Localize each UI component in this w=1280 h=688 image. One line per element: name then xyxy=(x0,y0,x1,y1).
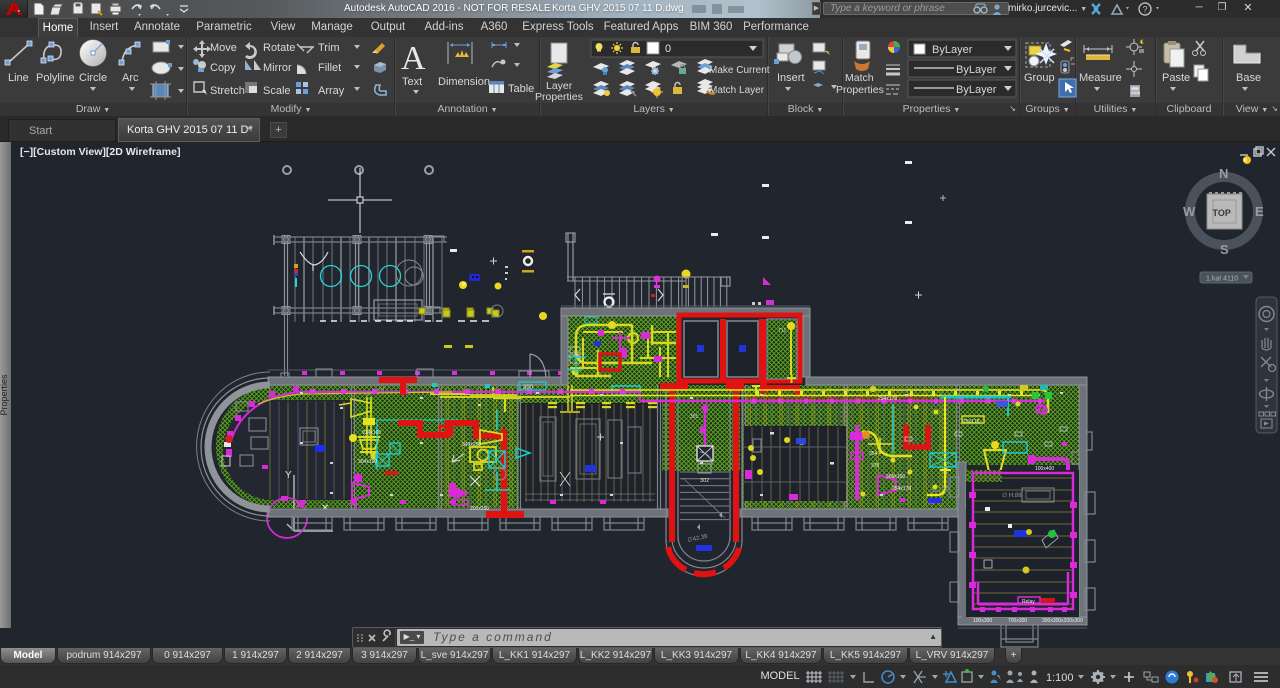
svg-text:Stretch: Stretch xyxy=(210,85,245,97)
svg-text:Text: Text xyxy=(402,76,422,88)
svg-text:25x178: 25x178 xyxy=(963,419,980,425)
svg-text:TOP: TOP xyxy=(1213,208,1231,218)
svg-text:Insert: Insert xyxy=(777,72,805,84)
svg-text:∅ H.88: ∅ H.88 xyxy=(1002,492,1022,499)
svg-text:0: 0 xyxy=(665,43,671,55)
svg-text:301: 301 xyxy=(690,414,699,420)
svg-text:200x250: 200x250 xyxy=(470,506,489,512)
svg-text:Copy: Copy xyxy=(210,62,236,74)
svg-text:∅42.38: ∅42.38 xyxy=(687,533,709,544)
svg-text:Properties: Properties xyxy=(535,91,583,103)
svg-text:Dimension: Dimension xyxy=(438,76,490,88)
svg-text:ByLayer: ByLayer xyxy=(956,84,997,96)
svg-text:Y: Y xyxy=(285,470,292,481)
svg-text:W: W xyxy=(1183,204,1196,219)
svg-text:N: N xyxy=(1219,166,1228,181)
svg-text:Move: Move xyxy=(210,42,237,54)
svg-text:T11: T11 xyxy=(778,328,786,334)
svg-text:Properties: Properties xyxy=(836,84,884,96)
svg-text:254x178: 254x178 xyxy=(892,486,911,492)
svg-text:Match Layer: Match Layer xyxy=(709,85,765,96)
svg-text:Arc: Arc xyxy=(122,72,139,84)
svg-text:300: 300 xyxy=(523,385,534,391)
svg-text:Circle: Circle xyxy=(79,72,107,84)
svg-text:1:100: 1:100 xyxy=(1046,672,1074,684)
svg-text:Base: Base xyxy=(1236,72,1261,84)
svg-text:E: E xyxy=(1255,204,1264,219)
svg-text:354: 354 xyxy=(869,451,878,457)
svg-text:700x300: 700x300 xyxy=(1008,618,1027,624)
svg-text:300x300x200x300: 300x300x200x300 xyxy=(1042,618,1083,624)
svg-text:365x100: 365x100 xyxy=(886,474,905,480)
svg-text:A: A xyxy=(401,40,426,77)
svg-text:254x178: 254x178 xyxy=(878,396,897,402)
svg-text:ByLayer: ByLayer xyxy=(956,64,997,76)
svg-text:S: S xyxy=(1220,242,1229,257)
svg-text:304: 304 xyxy=(571,352,580,358)
svg-text:302: 302 xyxy=(700,478,709,484)
svg-text:100x300: 100x300 xyxy=(973,618,992,624)
svg-text:Match: Match xyxy=(845,72,874,84)
svg-text:Mirror: Mirror xyxy=(263,62,292,74)
svg-text:304x100: 304x100 xyxy=(358,459,377,465)
svg-text:375: 375 xyxy=(871,463,880,469)
svg-text:Make Current: Make Current xyxy=(709,65,770,76)
svg-text:Rotate: Rotate xyxy=(263,42,295,54)
svg-text:Scale: Scale xyxy=(263,85,291,97)
svg-text:343x250: 343x250 xyxy=(462,442,481,448)
svg-text:Trim: Trim xyxy=(318,42,340,54)
svg-text:Array: Array xyxy=(318,85,345,97)
svg-text:Table: Table xyxy=(508,83,534,95)
svg-text:?: ? xyxy=(1143,5,1148,15)
svg-text:1.kat 4110: 1.kat 4110 xyxy=(1206,276,1238,283)
svg-text:Polyline: Polyline xyxy=(36,72,75,84)
svg-text:914x100: 914x100 xyxy=(362,430,381,436)
svg-text:Relay: Relay xyxy=(1022,599,1035,605)
svg-text:ByLayer: ByLayer xyxy=(932,44,973,56)
svg-text:Group: Group xyxy=(1024,72,1055,84)
svg-text:Fillet: Fillet xyxy=(318,62,341,74)
svg-text:Paste: Paste xyxy=(1162,72,1190,84)
svg-text:Measure: Measure xyxy=(1079,72,1122,84)
svg-text:Line: Line xyxy=(8,72,29,84)
